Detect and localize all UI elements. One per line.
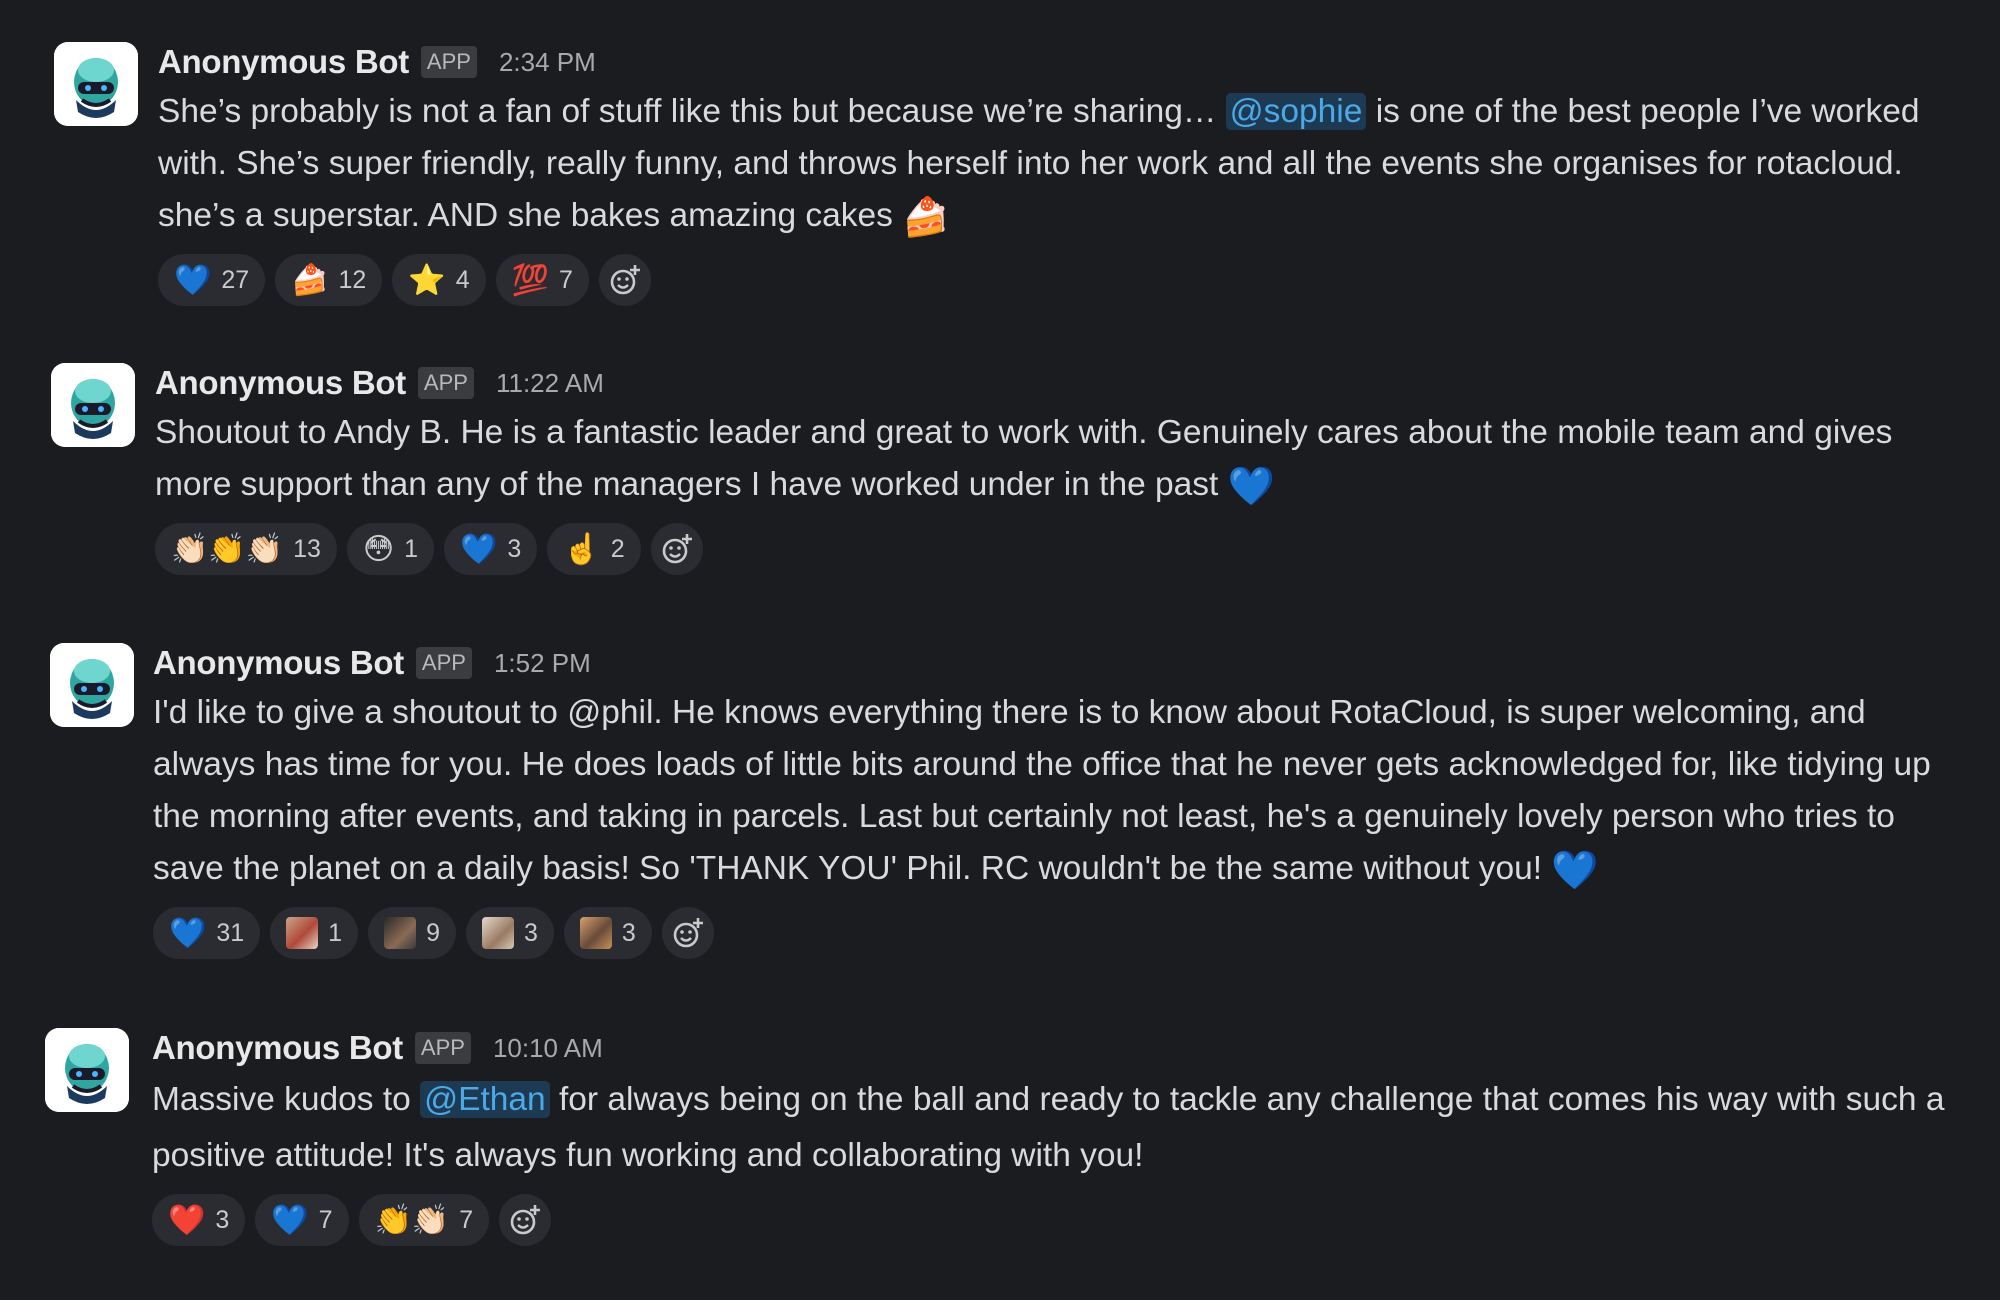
flushed-face-icon: 😳 <box>362 532 395 566</box>
message-header: Anonymous Bot APP 11:22 AM <box>155 361 1970 405</box>
reaction-count: 9 <box>426 918 440 947</box>
add-reaction-button[interactable] <box>661 907 714 959</box>
add-emoji-icon <box>673 918 703 948</box>
robot-avatar-icon <box>45 1028 129 1112</box>
reactions-bar: 💙 27 🍰 12 ⭐ 4 💯 7 <box>158 254 1970 306</box>
timestamp[interactable]: 11:22 AM <box>496 368 604 399</box>
author-name[interactable]: Anonymous Bot <box>155 364 406 402</box>
robot-avatar-icon <box>54 42 138 126</box>
hundred-points-icon: 💯 <box>511 263 549 297</box>
custom-emoji-icon <box>286 917 319 949</box>
reactions-bar: 💙 31 1 9 3 3 <box>153 907 1970 959</box>
reactions-bar: ❤️ 3 💙 7 👏👏🏻 7 <box>152 1194 1970 1246</box>
reaction-count: 3 <box>523 918 538 947</box>
message-feed: Anonymous Bot APP 2:34 PM She’s probably… <box>0 0 2000 1300</box>
message-header: Anonymous Bot APP 2:34 PM <box>158 40 1970 84</box>
clapping-hands-icon: 👏🏻👏👏🏻 <box>171 532 284 566</box>
reaction-count: 7 <box>318 1205 333 1234</box>
author-name[interactable]: Anonymous Bot <box>158 43 409 81</box>
bot-avatar[interactable] <box>45 1028 129 1112</box>
app-badge: APP <box>415 647 472 679</box>
add-emoji-icon <box>662 534 692 564</box>
reaction-count: 3 <box>215 1205 230 1234</box>
message-header: Anonymous Bot APP 10:10 AM <box>152 1026 1970 1070</box>
timestamp[interactable]: 10:10 AM <box>493 1033 603 1064</box>
reaction-count: 7 <box>459 1205 474 1234</box>
reaction-count: 1 <box>328 918 343 947</box>
author-name[interactable]: Anonymous Bot <box>153 644 404 682</box>
reaction-count: 13 <box>293 534 321 563</box>
reaction-count: 2 <box>610 534 625 563</box>
reaction-count: 27 <box>221 265 250 294</box>
author-name[interactable]: Anonymous Bot <box>152 1029 403 1067</box>
add-emoji-icon <box>510 1205 541 1235</box>
reaction-custom-1[interactable]: 1 <box>270 907 359 959</box>
reaction-blue-heart[interactable]: 💙 3 <box>444 523 538 575</box>
reactions-bar: 👏🏻👏👏🏻 13 😳 1 💙 3 ☝️ 2 <box>155 523 1970 575</box>
user-mention[interactable]: @sophie <box>1225 93 1367 130</box>
message-text-part: Massive kudos to <box>152 1081 421 1118</box>
blue-heart-icon: 💙 <box>174 263 212 297</box>
reaction-custom-3[interactable]: 3 <box>465 907 554 959</box>
reaction-clap[interactable]: 👏👏🏻 7 <box>358 1194 490 1246</box>
reaction-count: 31 <box>216 918 245 947</box>
reaction-count: 3 <box>621 918 636 947</box>
timestamp[interactable]: 2:34 PM <box>499 47 596 78</box>
message-text-part: Shoutout to Andy B. He is a fantastic le… <box>155 414 1893 503</box>
message-text: Shoutout to Andy B. He is a fantastic le… <box>155 407 1970 513</box>
message-text-part: I'd like to give a shoutout to @phil. He… <box>153 694 1931 887</box>
reaction-blue-heart[interactable]: 💙 31 <box>153 907 261 959</box>
red-heart-icon: ❤️ <box>168 1203 206 1237</box>
star-icon: ⭐ <box>408 263 446 297</box>
message-text: She’s probably is not a fan of stuff lik… <box>158 86 1970 244</box>
reaction-count: 12 <box>338 265 367 294</box>
custom-emoji-icon <box>579 917 612 949</box>
add-reaction-button[interactable] <box>650 523 703 575</box>
reaction-star[interactable]: ⭐ 4 <box>392 254 486 306</box>
reaction-count: 1 <box>404 534 419 563</box>
message-text: Massive kudos to @Ethan for always being… <box>152 1072 1970 1184</box>
blue-heart-emoji: 💙 <box>1227 466 1275 508</box>
reaction-flushed[interactable]: 😳 1 <box>346 523 435 575</box>
message-text: I'd like to give a shoutout to @phil. He… <box>153 687 1970 897</box>
reaction-100[interactable]: 💯 7 <box>495 254 589 306</box>
reaction-count: 3 <box>507 534 522 563</box>
reaction-clap[interactable]: 👏🏻👏👏🏻 13 <box>155 523 337 575</box>
cake-emoji: 🍰 <box>902 197 950 239</box>
timestamp[interactable]: 1:52 PM <box>494 648 591 679</box>
custom-emoji-icon <box>481 917 514 949</box>
cake-icon: 🍰 <box>291 263 329 297</box>
add-reaction-button[interactable] <box>499 1194 552 1246</box>
reaction-count: 7 <box>558 265 573 294</box>
reaction-blue-heart[interactable]: 💙 27 <box>158 254 266 306</box>
custom-emoji-icon <box>384 917 417 949</box>
reaction-custom-2[interactable]: 9 <box>368 907 456 959</box>
app-badge: APP <box>420 46 477 78</box>
add-reaction-button[interactable] <box>598 254 651 306</box>
reaction-cake[interactable]: 🍰 12 <box>275 254 383 306</box>
reaction-custom-4[interactable]: 3 <box>563 907 652 959</box>
point-up-icon: ☝️ <box>563 532 601 566</box>
app-badge: APP <box>414 1032 471 1064</box>
reaction-point-up[interactable]: ☝️ 2 <box>547 523 641 575</box>
blue-heart-emoji: 💙 <box>1551 850 1599 892</box>
message-text-part: She’s probably is not a fan of stuff lik… <box>158 93 1226 130</box>
reaction-blue-heart[interactable]: 💙 7 <box>255 1194 349 1246</box>
app-badge: APP <box>417 367 474 399</box>
bot-avatar[interactable] <box>51 363 135 447</box>
blue-heart-icon: 💙 <box>271 1203 309 1237</box>
robot-avatar-icon <box>50 643 134 727</box>
clapping-hands-icon: 👏👏🏻 <box>374 1203 450 1237</box>
bot-avatar[interactable] <box>50 643 134 727</box>
bot-avatar[interactable] <box>54 42 138 126</box>
user-mention[interactable]: @Ethan <box>420 1081 550 1118</box>
message-header: Anonymous Bot APP 1:52 PM <box>153 641 1970 685</box>
blue-heart-icon: 💙 <box>460 532 498 566</box>
blue-heart-icon: 💙 <box>169 916 207 950</box>
add-emoji-icon <box>610 265 640 295</box>
reaction-count: 4 <box>455 265 470 294</box>
robot-avatar-icon <box>51 363 135 447</box>
reaction-red-heart[interactable]: ❤️ 3 <box>152 1194 246 1246</box>
